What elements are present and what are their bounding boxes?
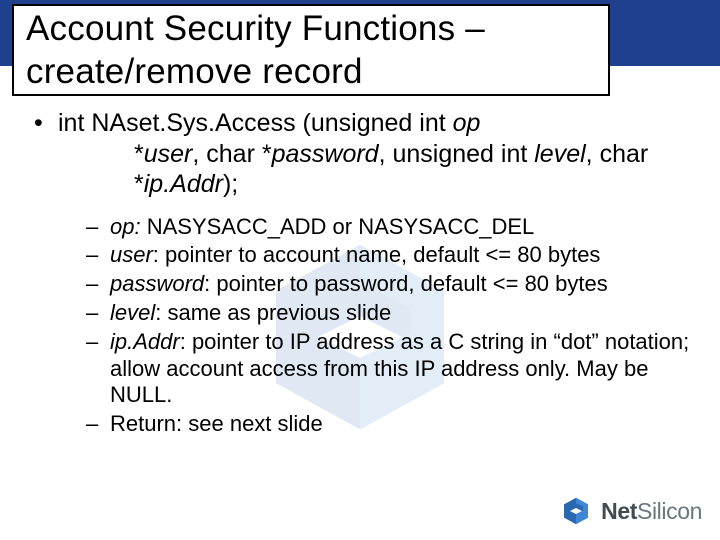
param-desc: : pointer to password, default <= 80 byt… bbox=[204, 271, 608, 296]
param-item: op: NASYSACC_ADD or NASYSACC_DEL bbox=[86, 214, 690, 241]
slide-title: Account Security Functions – create/remo… bbox=[26, 8, 598, 93]
brand-text: NetSilicon bbox=[601, 498, 702, 525]
param-name: password bbox=[110, 271, 204, 296]
brand-mark-icon bbox=[559, 496, 593, 526]
title-line-1: Account Security Functions – bbox=[26, 9, 485, 48]
param-item: password: pointer to password, default <… bbox=[86, 271, 690, 298]
sig-sep: * bbox=[134, 140, 144, 168]
param-item: ip.Addr: pointer to IP address as a C st… bbox=[86, 329, 690, 409]
brand-text-light: Silicon bbox=[637, 498, 702, 524]
function-signature: int NAset.Sys.Access (unsigned int op*us… bbox=[30, 108, 690, 438]
slide: Account Security Functions – create/remo… bbox=[0, 0, 720, 540]
param-name: op: bbox=[110, 214, 141, 239]
param-name: user bbox=[110, 242, 153, 267]
brand-logo: NetSilicon bbox=[559, 496, 702, 526]
param-desc: NASYSACC_ADD or NASYSACC_DEL bbox=[141, 214, 535, 239]
title-box: Account Security Functions – create/remo… bbox=[12, 4, 610, 96]
sig-param-user: user bbox=[144, 140, 193, 168]
param-desc: : same as previous slide bbox=[155, 300, 391, 325]
bullet-list: int NAset.Sys.Access (unsigned int op*us… bbox=[30, 108, 690, 438]
param-item: level: same as previous slide bbox=[86, 300, 690, 327]
param-item: Return: see next slide bbox=[86, 411, 690, 438]
sig-param-op: op bbox=[453, 109, 481, 137]
param-desc: Return: see next slide bbox=[110, 411, 323, 436]
param-desc: : pointer to IP address as a C string in… bbox=[110, 329, 689, 408]
param-name: level bbox=[110, 300, 155, 325]
brand-text-bold: Net bbox=[601, 498, 637, 524]
content-area: int NAset.Sys.Access (unsigned int op*us… bbox=[30, 108, 690, 440]
param-list: op: NASYSACC_ADD or NASYSACC_DEL user: p… bbox=[58, 214, 690, 439]
sig-param-password: password bbox=[272, 140, 379, 168]
param-name: ip.Addr bbox=[110, 329, 180, 354]
sig-suffix: ); bbox=[223, 170, 238, 198]
sig-sep: , unsigned int bbox=[379, 140, 535, 168]
param-desc: : pointer to account name, default <= 80… bbox=[153, 242, 601, 267]
sig-param-ipaddr: ip.Addr bbox=[144, 170, 223, 198]
param-item: user: pointer to account name, default <… bbox=[86, 242, 690, 269]
sig-sep: , char * bbox=[192, 140, 271, 168]
title-line-2: create/remove record bbox=[26, 52, 363, 91]
sig-prefix: int NAset.Sys.Access (unsigned int bbox=[58, 109, 453, 137]
sig-param-level: level bbox=[534, 140, 585, 168]
